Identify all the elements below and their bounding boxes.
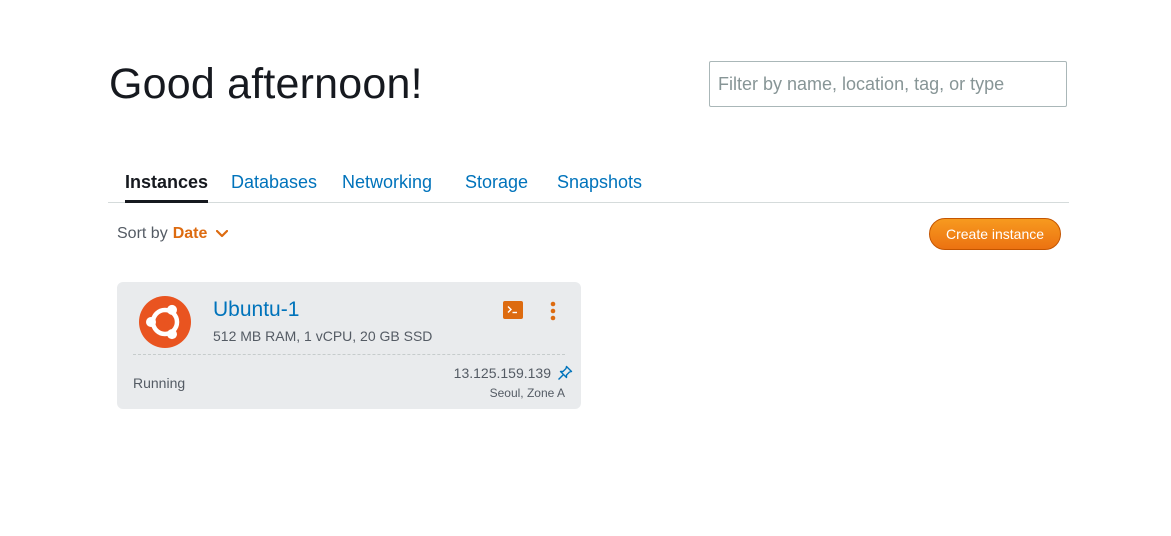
- filter-search-input[interactable]: [709, 61, 1067, 107]
- instance-ip-address: 13.125.159.139: [453, 365, 551, 381]
- instance-location: Seoul, Zone A: [489, 386, 565, 400]
- instance-name-link[interactable]: Ubuntu-1: [213, 298, 299, 322]
- sort-value-dropdown[interactable]: Date: [173, 225, 228, 243]
- chevron-down-icon: [215, 230, 228, 238]
- instance-spec: 512 MB RAM, 1 vCPU, 20 GB SSD: [213, 328, 433, 344]
- tab-snapshots[interactable]: Snapshots: [557, 166, 642, 202]
- pin-icon[interactable]: [557, 365, 573, 381]
- connect-terminal-button[interactable]: [503, 301, 523, 319]
- instance-card: Ubuntu-1 512 MB RAM, 1 vCPU, 20 GB SSD R…: [117, 282, 581, 409]
- tab-networking[interactable]: Networking: [342, 166, 432, 202]
- tab-instances[interactable]: Instances: [125, 166, 209, 203]
- more-vertical-icon[interactable]: [547, 300, 559, 322]
- resource-tabs: Instances Databases Networking Storage S…: [108, 166, 1069, 203]
- lightsail-home-page: Good afternoon! Instances Databases Netw…: [0, 0, 1171, 536]
- sort-control: Sort by Date: [117, 225, 228, 243]
- sort-label: Sort by: [117, 225, 168, 242]
- page-title: Good afternoon!: [109, 60, 423, 108]
- tab-databases[interactable]: Databases: [231, 166, 317, 202]
- card-divider: [133, 354, 565, 355]
- ubuntu-logo-icon: [139, 296, 191, 348]
- tab-storage[interactable]: Storage: [465, 166, 528, 202]
- create-instance-button[interactable]: Create instance: [929, 218, 1061, 250]
- terminal-icon: [507, 306, 517, 314]
- sort-value-label: Date: [172, 225, 208, 242]
- instance-status: Running: [133, 375, 186, 391]
